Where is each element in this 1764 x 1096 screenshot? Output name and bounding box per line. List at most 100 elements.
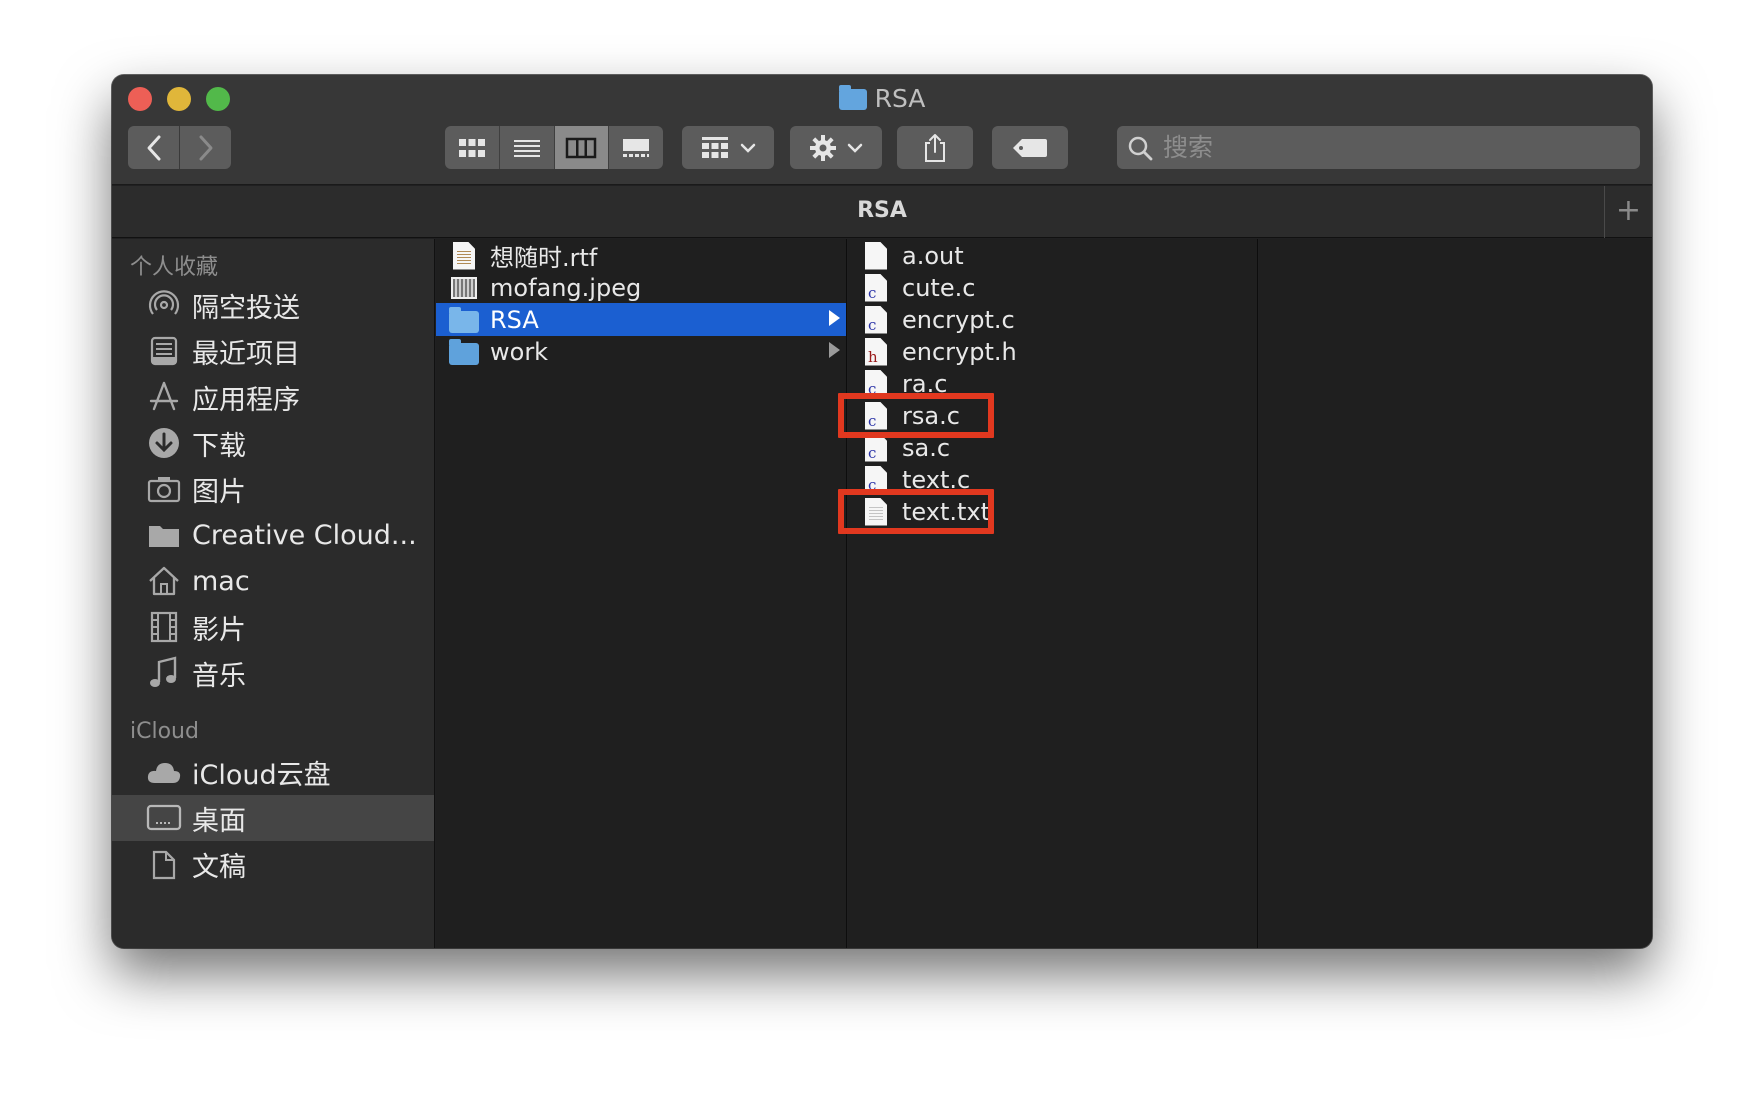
image-file-icon — [448, 273, 480, 303]
sidebar-item-music[interactable]: 音乐 — [112, 650, 434, 696]
folder-icon — [146, 517, 182, 553]
column-view-button[interactable] — [553, 126, 609, 169]
gear-icon — [810, 134, 836, 161]
tag-button[interactable] — [992, 126, 1068, 169]
sidebar-item-recents[interactable]: 最近项目 — [112, 328, 434, 374]
browser-column-2: a.out c cute.c c encrypt.c h encrypt.h c… — [838, 239, 1258, 948]
browser-column-3 — [1259, 239, 1652, 948]
finder-window: RSA 搜索 RSA + 个人收藏 隔空投送 最近项目 应用程序 下载 图片 C… — [112, 75, 1652, 948]
chevron-down-icon — [740, 143, 756, 153]
action-menu-button[interactable] — [790, 126, 882, 169]
sidebar-item-home[interactable]: mac — [112, 558, 434, 604]
sidebar-item-label: 应用程序 — [192, 384, 300, 416]
list-icon — [513, 139, 540, 157]
file-row[interactable]: c ra.c — [848, 367, 1257, 400]
group-grid-icon — [702, 136, 728, 158]
tag-icon — [1013, 138, 1047, 157]
file-name: text.txt — [902, 497, 991, 526]
sidebar-item-label: 文稿 — [192, 851, 246, 883]
disclosure-arrow-icon — [829, 310, 840, 326]
sidebar-item-applications[interactable]: 应用程序 — [112, 374, 434, 420]
icon-grid-icon — [458, 138, 485, 157]
sidebar-item-label: Creative Cloud... — [192, 519, 417, 551]
forward-button[interactable] — [179, 126, 231, 169]
folder-name: work — [490, 337, 549, 366]
search-icon — [1128, 136, 1153, 160]
file-name: rsa.c — [902, 401, 960, 430]
sidebar-item-movies[interactable]: 影片 — [112, 604, 434, 650]
sidebar-item-label: 桌面 — [192, 805, 246, 837]
folder-row[interactable]: work — [436, 335, 846, 368]
folder-row-selected[interactable]: RSA — [436, 303, 846, 336]
sidebar-heading-icloud: iCloud — [130, 719, 199, 744]
sidebar-item-label: 下载 — [192, 430, 246, 462]
sidebar-item-pictures[interactable]: 图片 — [112, 466, 434, 512]
sidebar-item-creative-cloud[interactable]: Creative Cloud... — [112, 512, 434, 558]
icon-view-button[interactable] — [445, 126, 499, 169]
home-icon — [146, 563, 182, 599]
back-button[interactable] — [128, 126, 179, 169]
list-view-button[interactable] — [498, 126, 554, 169]
toolbar: RSA — [112, 75, 1652, 185]
add-tab-button[interactable]: + — [1605, 186, 1652, 238]
sidebar-heading-favorites: 个人收藏 — [130, 255, 219, 280]
file-row[interactable]: c cute.c — [848, 271, 1257, 304]
sidebar-item-documents[interactable]: 文稿 — [112, 841, 434, 887]
recents-icon — [146, 333, 182, 369]
c-source-file-icon: c — [860, 305, 892, 335]
header-file-icon: h — [860, 337, 892, 367]
window-title: RSA — [112, 83, 1652, 115]
chevron-down-icon — [847, 143, 863, 153]
share-button[interactable] — [897, 126, 973, 169]
file-row[interactable]: 想随时.rtf — [436, 239, 846, 272]
file-name: cute.c — [902, 273, 976, 302]
documents-icon — [146, 846, 182, 882]
sidebar-item-label: 最近项目 — [192, 338, 300, 370]
chevron-left-icon — [147, 135, 160, 160]
file-row[interactable]: c sa.c — [848, 431, 1257, 464]
sidebar-item-label: mac — [192, 565, 250, 597]
file-row[interactable]: mofang.jpeg — [436, 271, 846, 304]
folder-icon — [448, 337, 480, 367]
group-by-button[interactable] — [682, 126, 774, 169]
applications-icon — [146, 379, 182, 415]
gallery-icon — [623, 138, 650, 157]
blank-document-icon — [860, 241, 892, 271]
sidebar-item-label: 图片 — [192, 476, 246, 508]
c-source-file-icon: c — [860, 369, 892, 399]
file-row[interactable]: c encrypt.c — [848, 303, 1257, 336]
file-name: a.out — [902, 241, 964, 270]
c-source-file-icon: c — [860, 401, 892, 431]
columns-icon — [566, 137, 597, 158]
chevron-right-icon — [199, 135, 212, 160]
navigation-buttons — [128, 126, 231, 169]
search-field[interactable] — [1117, 126, 1640, 169]
music-note-icon — [146, 655, 182, 691]
sidebar-item-downloads[interactable]: 下载 — [112, 420, 434, 466]
sidebar-item-desktop[interactable]: 桌面 — [112, 795, 434, 841]
path-bar-title: RSA — [857, 198, 907, 223]
sidebar-item-airdrop[interactable]: 隔空投送 — [112, 282, 434, 328]
file-row[interactable]: a.out — [848, 239, 1257, 272]
c-source-file-icon: c — [860, 433, 892, 463]
file-row[interactable]: text.txt — [848, 495, 1257, 528]
desktop-icon — [146, 800, 182, 836]
camera-icon — [146, 471, 182, 507]
cloud-icon — [146, 754, 182, 790]
file-name: sa.c — [902, 433, 951, 462]
file-name: encrypt.h — [902, 337, 1017, 366]
file-row[interactable]: h encrypt.h — [848, 335, 1257, 368]
gallery-view-button[interactable] — [608, 126, 663, 169]
sidebar-item-label: iCloud云盘 — [192, 759, 331, 791]
sidebar-item-icloud-drive[interactable]: iCloud云盘 — [112, 749, 434, 795]
disclosure-arrow-icon — [829, 342, 840, 358]
sidebar-item-label: 音乐 — [192, 660, 246, 692]
share-icon — [925, 133, 945, 162]
search-input[interactable] — [1163, 133, 1603, 162]
file-row[interactable]: c rsa.c — [848, 399, 1257, 432]
sidebar-item-label: 隔空投送 — [192, 292, 300, 324]
file-name: 想随时.rtf — [490, 244, 598, 272]
film-icon — [146, 609, 182, 645]
folder-icon — [838, 85, 867, 110]
file-row[interactable]: c text.c — [848, 463, 1257, 496]
